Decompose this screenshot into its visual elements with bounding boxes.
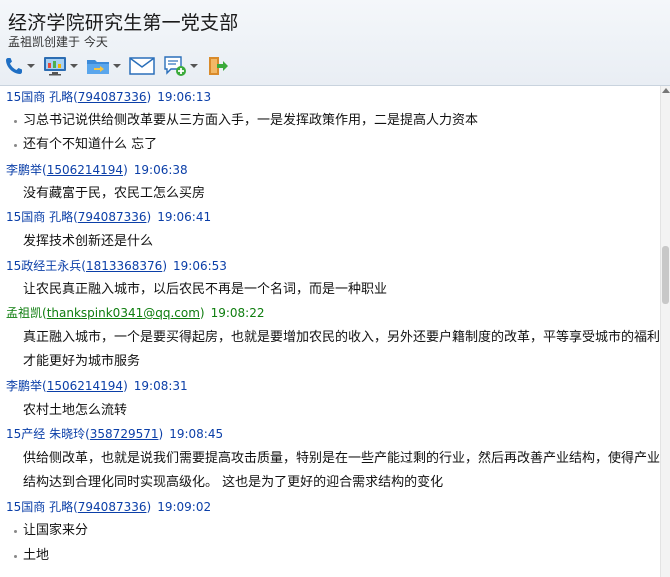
exit-group-icon [209,57,228,75]
bullet-icon [14,144,17,147]
phone-icon [6,58,22,74]
sender-name[interactable]: 15国商 孔略 [6,210,73,224]
sender-id[interactable]: 1813368376 [86,259,162,273]
email-button[interactable] [129,52,155,80]
sender-name[interactable]: 孟祖凯 [6,306,42,320]
message-text: 才能更好为城市服务 [23,354,141,369]
message-text: 供给侧改革，也就是说我们需要提高攻击质量，特别是在一些产能过剩的行业，然后再改善… [23,451,660,466]
file-transfer-dropdown-caret[interactable] [113,64,121,68]
phone-dropdown-caret[interactable] [27,64,35,68]
sender-name[interactable]: 李鹏举 [6,163,42,177]
screen-share-icon [44,57,66,76]
mail-icon [129,57,155,75]
chat-history[interactable]: 15国商 孔略(794087336) 19:06:13 习总书记说供给侧改革要从三… [0,86,660,577]
sender-id[interactable]: 794087336 [78,90,147,104]
group-subtitle: 孟祖凯创建于 今天 [8,35,108,49]
message-text: 发挥技术创新还是什么 [23,234,154,249]
sender-name[interactable]: 15产经 朱晓玲 [6,427,85,441]
message-header: 李鹏举(1506214194) 19:08:31 [6,379,188,393]
sender-name[interactable]: 15国商 孔略 [6,90,73,104]
sender-id[interactable]: 794087336 [78,210,147,224]
message-text: 土地 [23,548,50,563]
phone-button[interactable] [4,52,35,80]
message-text: 没有藏富于民，农民工怎么买房 [23,186,206,201]
message-header: 15国商 孔略(794087336) 19:06:41 [6,210,212,224]
message-time: 19:06:53 [173,259,227,273]
sender-id[interactable]: 1506214194 [47,163,123,177]
message-header: 孟祖凯(thankspink0341@qq.com) 19:08:22 [6,306,265,320]
create-note-button[interactable] [163,52,198,80]
message-text: 让农民真正融入城市，以后农民不再是一个名词，而是一种职业 [23,282,388,297]
message-header: 15国商 孔略(794087336) 19:09:02 [6,500,212,514]
message-time: 19:09:02 [157,500,212,514]
screen-share-button[interactable] [43,52,78,80]
sender-name[interactable]: 李鹏举 [6,379,42,393]
window-header: 经济学院研究生第一党支部 孟祖凯创建于 今天 [0,0,670,86]
folder-transfer-icon [87,60,109,74]
message-header: 15产经 朱晓玲(358729571) 19:08:45 [6,427,224,441]
chat-scrollbar[interactable] [660,86,670,577]
message-text: 真正融入城市，一个是要买得起房，也就是要增加农民的收入，另外还要户籍制度的改革，… [23,330,660,345]
group-title: 经济学院研究生第一党支部 [8,12,239,34]
file-transfer-button[interactable] [86,52,121,80]
message-time: 19:08:45 [169,427,224,441]
message-header: 李鹏举(1506214194) 19:06:38 [6,163,188,177]
sender-name[interactable]: 15国商 孔略 [6,500,73,514]
message-text: 农村土地怎么流转 [23,403,128,418]
message-text: 还有个不知道什么 忘了 [23,137,158,152]
exit-group-button[interactable] [206,52,230,80]
scroll-thumb[interactable] [662,246,669,304]
message-time: 19:06:38 [133,163,188,177]
message-time: 19:08:22 [210,306,265,320]
message-text: 结构达到合理化同时实现高级化。 这也是为了更好的迎合需求结构的变化 [23,475,444,490]
message-time: 19:06:41 [157,210,212,224]
message-text: 让国家来分 [23,523,89,538]
sender-id[interactable]: 794087336 [78,500,147,514]
message-time: 19:06:13 [157,90,212,104]
sender-id[interactable]: 1506214194 [47,379,123,393]
message-text: 习总书记说供给侧改革要从三方面入手，一是发挥政策作用，二是提高人力资本 [23,113,479,128]
message-time: 19:08:31 [133,379,188,393]
toolbar [4,52,238,80]
sender-id[interactable]: 358729571 [90,427,159,441]
bullet-icon [14,555,17,558]
message-header: 15政经王永兵(1813368376) 19:06:53 [6,259,227,273]
bullet-icon [14,120,17,123]
screen-share-dropdown-caret[interactable] [70,64,78,68]
note-dropdown-caret[interactable] [190,64,198,68]
add-note-icon [164,56,186,76]
bullet-icon [14,530,17,533]
sender-name[interactable]: 15政经王永兵 [6,259,81,273]
sender-id[interactable]: thankspink0341@qq.com [47,306,200,320]
scroll-up-arrow-icon[interactable] [662,88,670,93]
message-header: 15国商 孔略(794087336) 19:06:13 [6,90,212,104]
